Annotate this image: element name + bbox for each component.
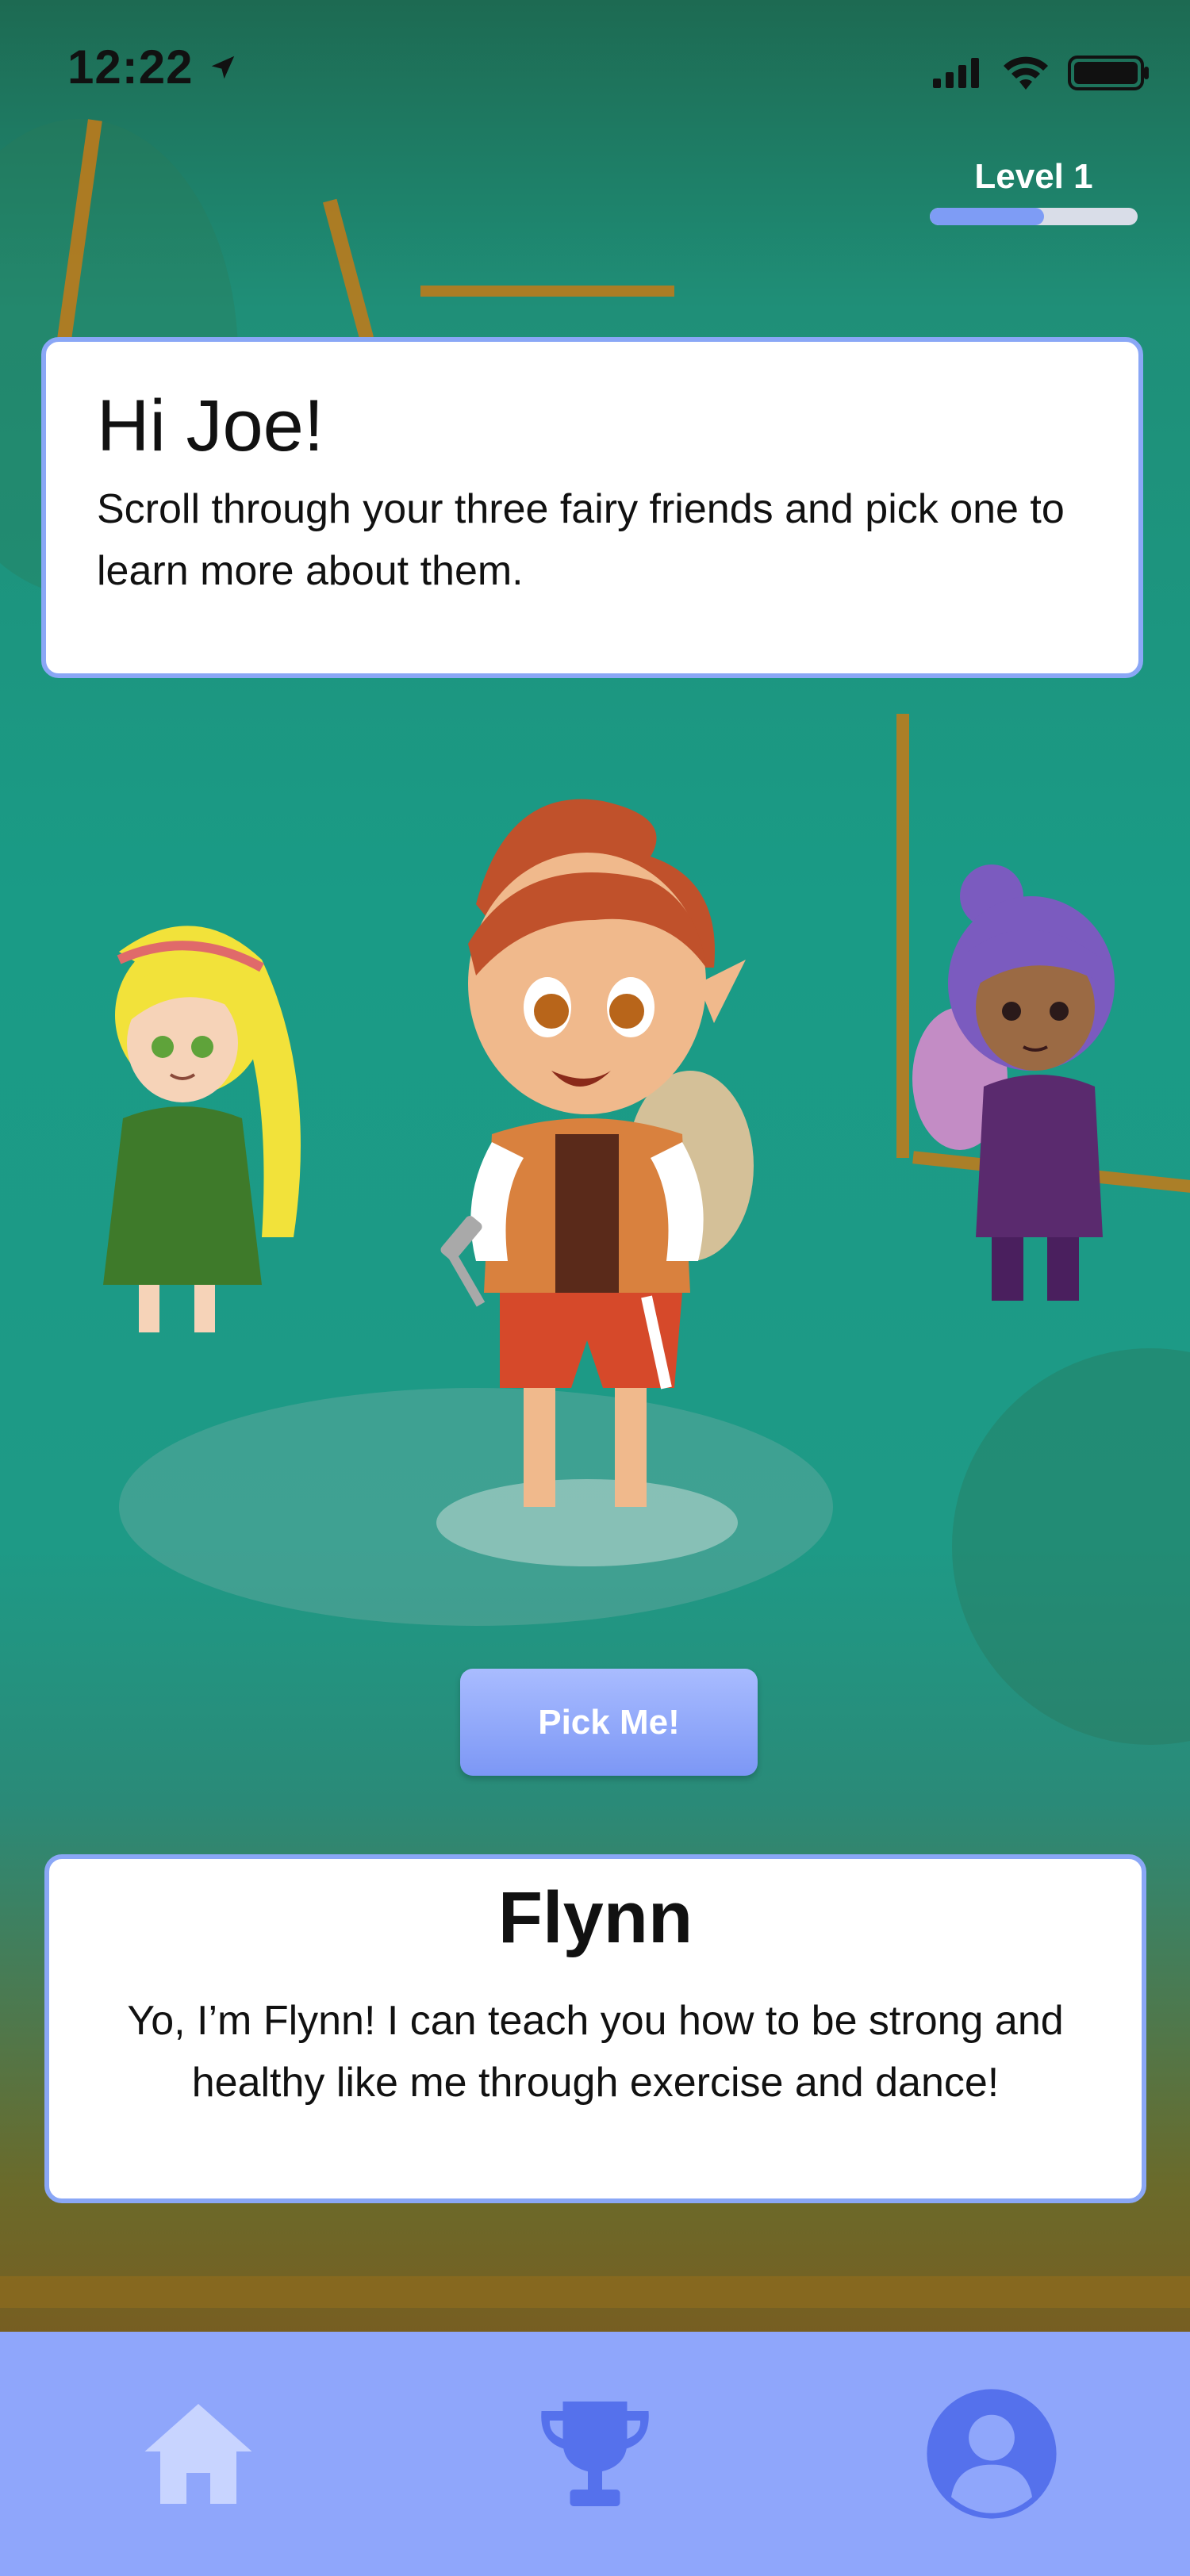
background-beam: [420, 286, 674, 297]
character-name: Flynn: [497, 1877, 693, 1958]
level-indicator: Level 1: [930, 157, 1138, 225]
location-arrow-icon: [211, 56, 235, 79]
bottom-tab-bar: [0, 2332, 1190, 2576]
app-screen: 12:22 Level 1 Hi Joe! Scroll through you…: [0, 0, 1190, 2576]
tab-home[interactable]: [0, 2332, 397, 2576]
character-description: Yo, I’m Flynn! I can teach you how to be…: [127, 1998, 1064, 2106]
status-time: 12:22: [67, 40, 194, 94]
flynn-character[interactable]: [413, 785, 793, 1610]
background-beam: [323, 198, 374, 341]
status-bar: 12:22: [0, 0, 1190, 143]
level-progress-bar: [930, 208, 1138, 225]
tab-achievements[interactable]: [397, 2332, 793, 2576]
fairy-left-character[interactable]: [63, 904, 325, 1348]
tab-profile[interactable]: [793, 2332, 1190, 2576]
fairy-right-character[interactable]: [912, 857, 1150, 1317]
battery-icon: [1068, 56, 1149, 90]
greeting-text: Scroll through your three fairy friends …: [97, 486, 1065, 594]
home-icon: [144, 2404, 252, 2504]
level-progress-fill: [930, 208, 1045, 225]
wifi-icon: [1004, 56, 1048, 90]
trophy-icon: [541, 2402, 649, 2506]
pick-me-button[interactable]: Pick Me!: [460, 1669, 758, 1776]
background-beam: [0, 2276, 1190, 2308]
greeting-title: Hi Joe!: [97, 385, 324, 466]
character-info-card: Flynn Yo, I’m Flynn! I can teach you how…: [44, 1854, 1146, 2203]
background-foliage: [952, 1348, 1190, 1745]
background-beam: [896, 714, 909, 1158]
greeting-card: Hi Joe! Scroll through your three fairy …: [41, 337, 1143, 678]
signal-icon: [933, 58, 979, 88]
status-icons: [933, 56, 1150, 90]
profile-icon: [927, 2389, 1057, 2519]
level-label: Level 1: [974, 157, 1093, 196]
